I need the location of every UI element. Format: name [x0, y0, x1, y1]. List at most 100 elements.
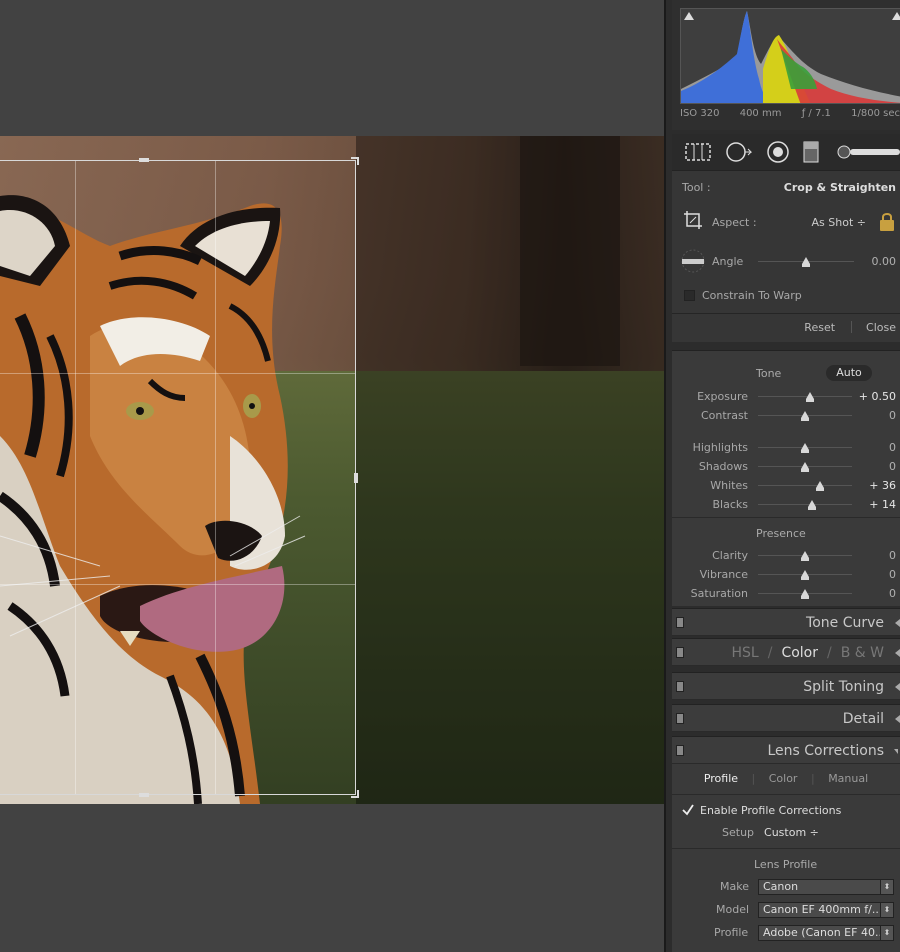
dropdown-arrow-icon: ⬍	[880, 903, 893, 917]
setup-dropdown[interactable]: Custom ÷	[764, 826, 819, 839]
slider-track[interactable]	[758, 443, 852, 453]
angle-slider[interactable]	[758, 257, 854, 267]
tool-strip	[672, 134, 900, 170]
dropdown-arrow-icon: ⬍	[880, 926, 893, 940]
slider-thumb[interactable]	[805, 392, 814, 402]
split-toning-panel-header[interactable]: Split Toning	[672, 672, 900, 700]
slider-row-blacks: Blacks + 14	[672, 495, 900, 513]
graduated-filter-icon[interactable]	[798, 140, 826, 164]
make-dropdown[interactable]: Canon ⬍	[758, 879, 894, 895]
spot-removal-icon[interactable]	[724, 140, 752, 164]
slider-label: Exposure	[697, 389, 748, 403]
slider-thumb[interactable]	[801, 589, 809, 599]
tone-curve-panel-header[interactable]: Tone Curve	[672, 608, 900, 636]
lens-corrections-panel: Profile | Color | Manual Enable Profile …	[672, 764, 900, 952]
slider-track[interactable]	[758, 500, 852, 510]
adjustment-brush-icon[interactable]	[834, 142, 900, 162]
hsl-panel-header[interactable]: HSL / Color / B & W	[672, 638, 900, 666]
focal-length: 400 mm	[739, 108, 782, 119]
crop-frame[interactable]	[0, 157, 359, 798]
slider-track[interactable]	[758, 481, 852, 491]
highlight-clipping-indicator[interactable]	[892, 12, 900, 20]
auto-tone-button[interactable]: Auto	[826, 365, 872, 381]
slider-value[interactable]: 0	[889, 441, 896, 454]
histogram-graph[interactable]	[680, 8, 900, 104]
profile-label: Profile	[714, 926, 749, 939]
expand-arrow-icon	[895, 619, 900, 627]
slider-value[interactable]: 0	[889, 460, 896, 473]
panel-switch-icon[interactable]	[676, 745, 684, 756]
slider-label: Highlights	[692, 440, 748, 454]
slider-thumb[interactable]	[801, 570, 809, 580]
lens-tabs: Profile | Color | Manual	[703, 772, 869, 785]
dropdown-arrow-icon: ⬍	[880, 880, 893, 894]
slider-thumb[interactable]	[816, 481, 825, 491]
shadow-clipping-indicator[interactable]	[684, 12, 694, 20]
model-dropdown[interactable]: Canon EF 400mm f/... ⬍	[758, 902, 894, 918]
develop-right-panel: ISO 320 400 mm ƒ / 7.1 1/800 sec Tool: …	[664, 0, 900, 952]
histogram-exif: ISO 320 400 mm ƒ / 7.1 1/800 sec	[680, 108, 900, 124]
lens-corrections-panel-header[interactable]: Lens Corrections	[672, 736, 900, 764]
tab-bw[interactable]: B & W	[841, 645, 884, 661]
slider-track[interactable]	[758, 392, 852, 402]
tab-manual[interactable]: Manual	[828, 772, 868, 785]
image-canvas[interactable]	[0, 0, 664, 952]
enable-profile-label: Enable Profile Corrections	[700, 803, 842, 817]
divider	[672, 848, 900, 849]
slider-value[interactable]: + 14	[869, 498, 896, 511]
slider-thumb[interactable]	[801, 551, 809, 561]
slider-thumb[interactable]	[801, 411, 809, 421]
angle-value[interactable]: 0.00	[872, 255, 897, 268]
crop-handle-bottom[interactable]	[139, 793, 149, 797]
panel-switch-icon[interactable]	[676, 617, 684, 628]
detail-panel-header[interactable]: Detail	[672, 704, 900, 732]
collapse-arrow-icon	[894, 749, 898, 754]
profile-dropdown[interactable]: Adobe (Canon EF 40... ⬍	[758, 925, 894, 941]
tool-name: Crop & Straighten	[783, 180, 896, 194]
slider-value[interactable]: 0	[889, 568, 896, 581]
red-eye-icon[interactable]	[764, 140, 792, 164]
constrain-to-warp-label: Constrain To Warp	[702, 288, 802, 302]
slider-row-shadows: Shadows 0	[672, 457, 900, 475]
panel-switch-icon[interactable]	[676, 681, 684, 692]
slider-value[interactable]: + 36	[869, 479, 896, 492]
slider-thumb[interactable]	[801, 462, 809, 472]
tab-profile[interactable]: Profile	[704, 772, 738, 785]
slider-track[interactable]	[758, 570, 852, 580]
slider-thumb[interactable]	[807, 500, 816, 510]
angle-slider-thumb[interactable]	[802, 257, 810, 267]
crop-reset-button[interactable]: Reset	[804, 321, 835, 334]
slider-row-saturation: Saturation 0	[672, 584, 900, 602]
slider-track[interactable]	[758, 589, 852, 599]
iso-value: ISO 320	[680, 108, 720, 119]
crop-handle-right[interactable]	[354, 473, 358, 483]
crop-overlay-icon[interactable]	[684, 140, 712, 164]
slider-value[interactable]: + 0.50	[859, 390, 896, 403]
tab-color[interactable]: Color	[781, 645, 818, 661]
crop-handle-top-right[interactable]	[351, 157, 359, 165]
expand-arrow-icon	[895, 649, 900, 657]
slider-label: Whites	[710, 478, 748, 492]
aspect-label: Aspect :	[712, 215, 757, 229]
crop-close-button[interactable]: Close	[866, 321, 896, 334]
slider-label: Blacks	[712, 497, 749, 511]
slider-track[interactable]	[758, 462, 852, 472]
slider-value[interactable]: 0	[889, 549, 896, 562]
panel-switch-icon[interactable]	[676, 713, 684, 724]
slider-value[interactable]: 0	[889, 587, 896, 600]
tab-color[interactable]: Color	[769, 772, 798, 785]
slider-track[interactable]	[758, 551, 852, 561]
slider-value[interactable]: 0	[889, 409, 896, 422]
crop-handle-top[interactable]	[139, 158, 149, 162]
slider-thumb[interactable]	[801, 443, 809, 453]
crop-handle-bottom-right[interactable]	[351, 790, 359, 798]
panel-switch-icon[interactable]	[676, 647, 684, 658]
photo-preview[interactable]	[0, 136, 664, 804]
slider-label: Clarity	[712, 548, 748, 562]
aspect-dropdown[interactable]: As Shot ÷	[812, 216, 866, 229]
divider	[672, 794, 900, 795]
tab-hsl[interactable]: HSL	[732, 645, 759, 661]
lock-icon[interactable]	[878, 212, 896, 232]
slider-track[interactable]	[758, 411, 852, 421]
slider-row-highlights: Highlights 0	[672, 438, 900, 456]
